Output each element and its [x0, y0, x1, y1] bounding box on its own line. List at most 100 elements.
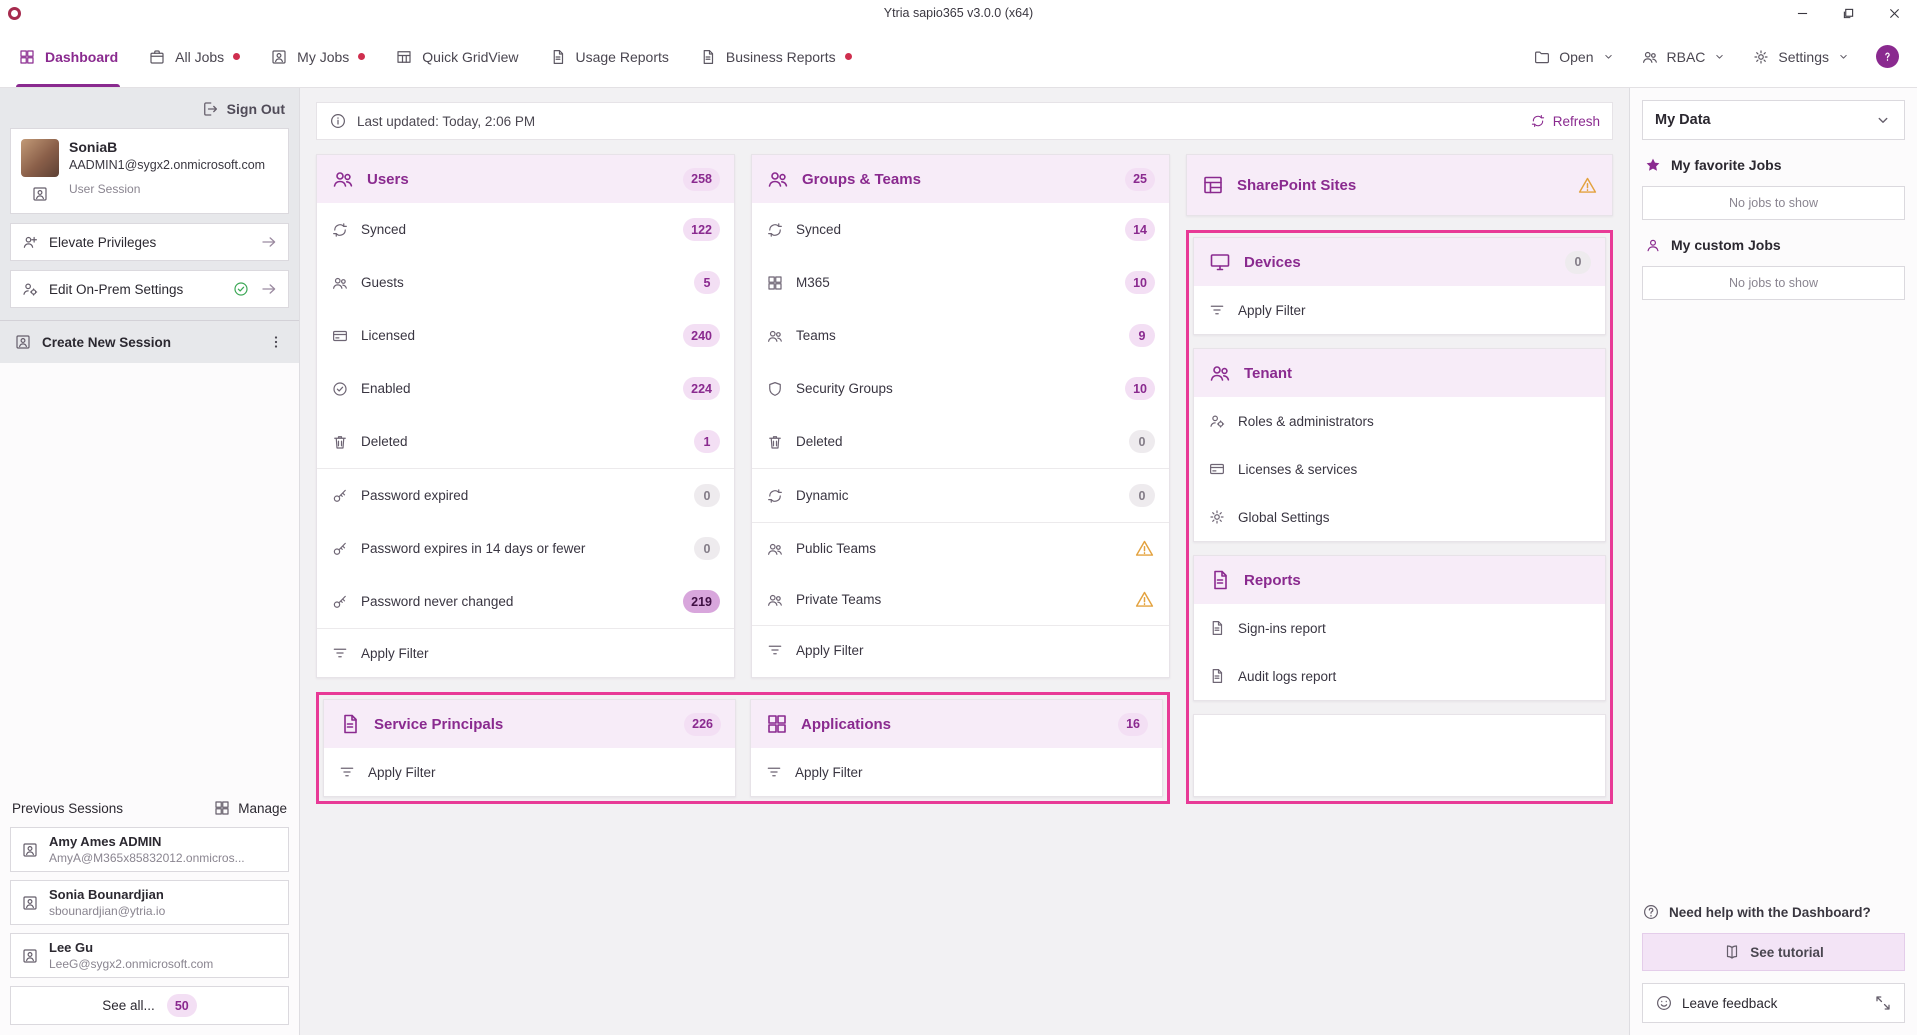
count-badge: 9 — [1129, 324, 1155, 347]
count-badge: 219 — [683, 590, 720, 613]
notification-dot — [358, 53, 365, 60]
tab-quick-gridview[interactable]: Quick GridView — [395, 26, 518, 87]
session-item[interactable]: Amy Ames ADMIN AmyA@M365x85832012.onmicr… — [10, 827, 289, 872]
roles-administrators-icon — [1208, 412, 1226, 430]
users-password-expired-row[interactable]: Password expired 0 — [317, 468, 734, 522]
close-button[interactable] — [1871, 0, 1917, 26]
help-button[interactable] — [1876, 45, 1899, 68]
tab-all-jobs[interactable]: All Jobs — [148, 26, 240, 87]
last-updated-bar: Last updated: Today, 2:06 PM Refresh — [316, 102, 1613, 140]
count-badge: 240 — [683, 324, 720, 347]
tenant-icon — [1208, 361, 1232, 385]
users-apply-filter[interactable]: Apply Filter — [317, 628, 734, 677]
session-user-icon — [21, 894, 39, 912]
groups-dynamic-row[interactable]: Dynamic 0 — [752, 468, 1169, 522]
refresh-button[interactable]: Refresh — [1530, 113, 1600, 129]
users-card-header[interactable]: Users 258 — [317, 155, 734, 203]
user-email: AADMIN1@sygx2.onmicrosoft.com — [69, 158, 265, 172]
groups-m365-row[interactable]: M365 10 — [752, 256, 1169, 309]
users-licensed-row[interactable]: Licensed 240 — [317, 309, 734, 362]
applications-apply-filter[interactable]: Apply Filter — [751, 748, 1162, 796]
see-all-sessions-button[interactable]: See all... 50 — [10, 986, 289, 1025]
groups-synced-row[interactable]: Synced 14 — [752, 203, 1169, 256]
settings-menu[interactable]: Settings — [1752, 48, 1850, 66]
session-item[interactable]: Sonia Bounardjian sbounardjian@ytria.io — [10, 880, 289, 925]
new-session-icon — [14, 333, 32, 351]
tab-business-reports[interactable]: Business Reports — [699, 26, 852, 87]
tab-dashboard[interactable]: Dashboard — [18, 26, 118, 87]
edit-onprem-settings-button[interactable]: Edit On-Prem Settings — [10, 270, 289, 308]
elevate-privileges-button[interactable]: Elevate Privileges — [10, 223, 289, 261]
devices-apply-filter[interactable]: Apply Filter — [1194, 286, 1605, 334]
service-principals-apply-filter[interactable]: Apply Filter — [324, 748, 735, 796]
sync-icon — [331, 221, 349, 239]
session-item[interactable]: Lee Gu LeeG@sygx2.onmicrosoft.com — [10, 933, 289, 978]
sync-icon — [766, 221, 784, 239]
chevron-down-icon — [1874, 111, 1892, 129]
tab-my-jobs[interactable]: My Jobs — [270, 26, 365, 87]
leave-feedback-button[interactable]: Leave feedback — [1642, 983, 1905, 1023]
gridview-icon — [395, 48, 413, 66]
manage-sessions-button[interactable]: Manage — [213, 799, 287, 817]
groups-private-teams-row[interactable]: Private Teams — [752, 574, 1169, 625]
tenant-roles-admins-row[interactable]: Roles & administrators — [1194, 397, 1605, 445]
sessions-count-badge: 50 — [167, 994, 197, 1017]
count-badge: 10 — [1125, 271, 1155, 294]
users-guests-row[interactable]: Guests 5 — [317, 256, 734, 309]
open-menu[interactable]: Open — [1533, 48, 1614, 66]
groups-deleted-row[interactable]: Deleted 0 — [752, 415, 1169, 468]
dynamic-icon — [766, 487, 784, 505]
warning-icon — [1134, 538, 1155, 559]
count-badge: 224 — [683, 377, 720, 400]
tenant-global-settings-row[interactable]: Global Settings — [1194, 493, 1605, 541]
guests-icon — [331, 274, 349, 292]
tab-usage-reports[interactable]: Usage Reports — [549, 26, 669, 87]
session-user-icon — [21, 841, 39, 859]
custom-jobs-empty: No jobs to show — [1642, 266, 1905, 300]
groups-card-header[interactable]: Groups & Teams 25 — [752, 155, 1169, 203]
applications-header[interactable]: Applications 16 — [751, 700, 1162, 748]
kebab-menu-icon[interactable] — [267, 333, 285, 351]
applications-count-badge: 16 — [1118, 713, 1148, 736]
my-data-header[interactable]: My Data — [1642, 100, 1905, 140]
minimize-button[interactable] — [1779, 0, 1825, 26]
reports-audit-logs-row[interactable]: Audit logs report — [1194, 652, 1605, 700]
sign-out-button[interactable]: Sign Out — [201, 100, 285, 118]
title-bar: Ytria sapio365 v3.0.0 (x64) — [0, 0, 1917, 26]
license-icon — [1208, 460, 1226, 478]
groups-security-groups-row[interactable]: Security Groups 10 — [752, 362, 1169, 415]
groups-teams-row[interactable]: Teams 9 — [752, 309, 1169, 362]
rbac-people-icon — [1641, 48, 1659, 66]
applications-card: Applications 16 Apply Filter — [750, 699, 1163, 797]
reports-icon — [1208, 568, 1232, 592]
count-badge: 122 — [683, 218, 720, 241]
sharepoint-header[interactable]: SharePoint Sites — [1187, 155, 1612, 215]
chevron-down-icon — [1602, 50, 1615, 63]
create-new-session-button[interactable]: Create New Session — [0, 320, 299, 363]
dashboard-icon — [18, 48, 36, 66]
reports-header[interactable]: Reports — [1194, 556, 1605, 604]
groups-public-teams-row[interactable]: Public Teams — [752, 522, 1169, 574]
users-deleted-row[interactable]: Deleted 1 — [317, 415, 734, 468]
count-badge: 0 — [1129, 430, 1155, 453]
smiley-icon — [1655, 994, 1673, 1012]
trash-icon — [331, 433, 349, 451]
users-password-never-changed-row[interactable]: Password never changed 219 — [317, 575, 734, 628]
tenant-licenses-services-row[interactable]: Licenses & services — [1194, 445, 1605, 493]
service-principals-header[interactable]: Service Principals 226 — [324, 700, 735, 748]
rbac-menu[interactable]: RBAC — [1641, 48, 1727, 66]
key-icon — [331, 487, 349, 505]
users-password-expires-row[interactable]: Password expires in 14 days or fewer 0 — [317, 522, 734, 575]
users-enabled-row[interactable]: Enabled 224 — [317, 362, 734, 415]
reports-signins-row[interactable]: Sign-ins report — [1194, 604, 1605, 652]
tenant-header[interactable]: Tenant — [1194, 349, 1605, 397]
maximize-button[interactable] — [1825, 0, 1871, 26]
see-tutorial-button[interactable]: See tutorial — [1642, 933, 1905, 971]
session-type-label: User Session — [69, 182, 265, 196]
users-synced-row[interactable]: Synced 122 — [317, 203, 734, 256]
count-badge: 10 — [1125, 377, 1155, 400]
devices-header[interactable]: Devices 0 — [1194, 238, 1605, 286]
filter-icon — [766, 641, 784, 659]
key-icon — [331, 593, 349, 611]
groups-apply-filter[interactable]: Apply Filter — [752, 625, 1169, 674]
